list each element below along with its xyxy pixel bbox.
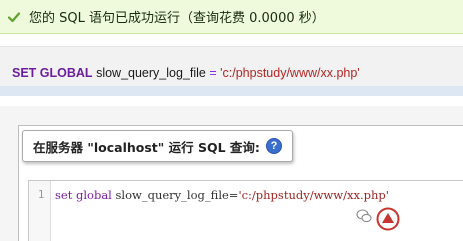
code-variable: slow_query_log_file= xyxy=(115,188,239,202)
success-message: 您的 SQL 语句已成功运行（查询花费 0.0000 秒） xyxy=(29,11,325,26)
code-value: 'c:/phpstudy/www/xx.php' xyxy=(238,188,389,202)
query-panel-legend: 在服务器 "localhost" 运行 SQL 查询: ? xyxy=(22,130,293,162)
sql-operator: = xyxy=(209,66,217,80)
phpmyadmin-sql-result: 您的 SQL 语句已成功运行（查询花费 0.0000 秒） SET GLOBAL… xyxy=(0,0,463,241)
check-icon xyxy=(7,10,21,24)
sql-value: 'c:/phpstudy/www/xx.php' xyxy=(220,66,360,80)
sql-statement: SET GLOBAL slow_query_log_file = 'c:/php… xyxy=(12,66,360,80)
sql-keyword-global: GLOBAL xyxy=(39,66,93,80)
wechat-icon xyxy=(356,209,372,223)
code-keyword-set: set xyxy=(55,188,73,202)
sql-variable: slow_query_log_file xyxy=(96,66,206,80)
sql-keyword-set: SET xyxy=(12,66,37,80)
editor-code-line[interactable]: set global slow_query_log_file='c:/phpst… xyxy=(55,188,389,202)
line-number: 1 xyxy=(38,189,45,201)
query-panel-title: 在服务器 "localhost" 运行 SQL 查询: xyxy=(33,139,260,155)
watermark-logo xyxy=(376,207,400,231)
success-banner: 您的 SQL 语句已成功运行（查询花费 0.0000 秒） xyxy=(0,0,463,34)
code-keyword-global: global xyxy=(76,188,112,202)
brand-logo-icon xyxy=(376,207,400,231)
sql-preview-divider xyxy=(0,86,463,96)
editor-gutter: 1 xyxy=(29,181,51,241)
question-icon[interactable]: ? xyxy=(265,138,282,154)
